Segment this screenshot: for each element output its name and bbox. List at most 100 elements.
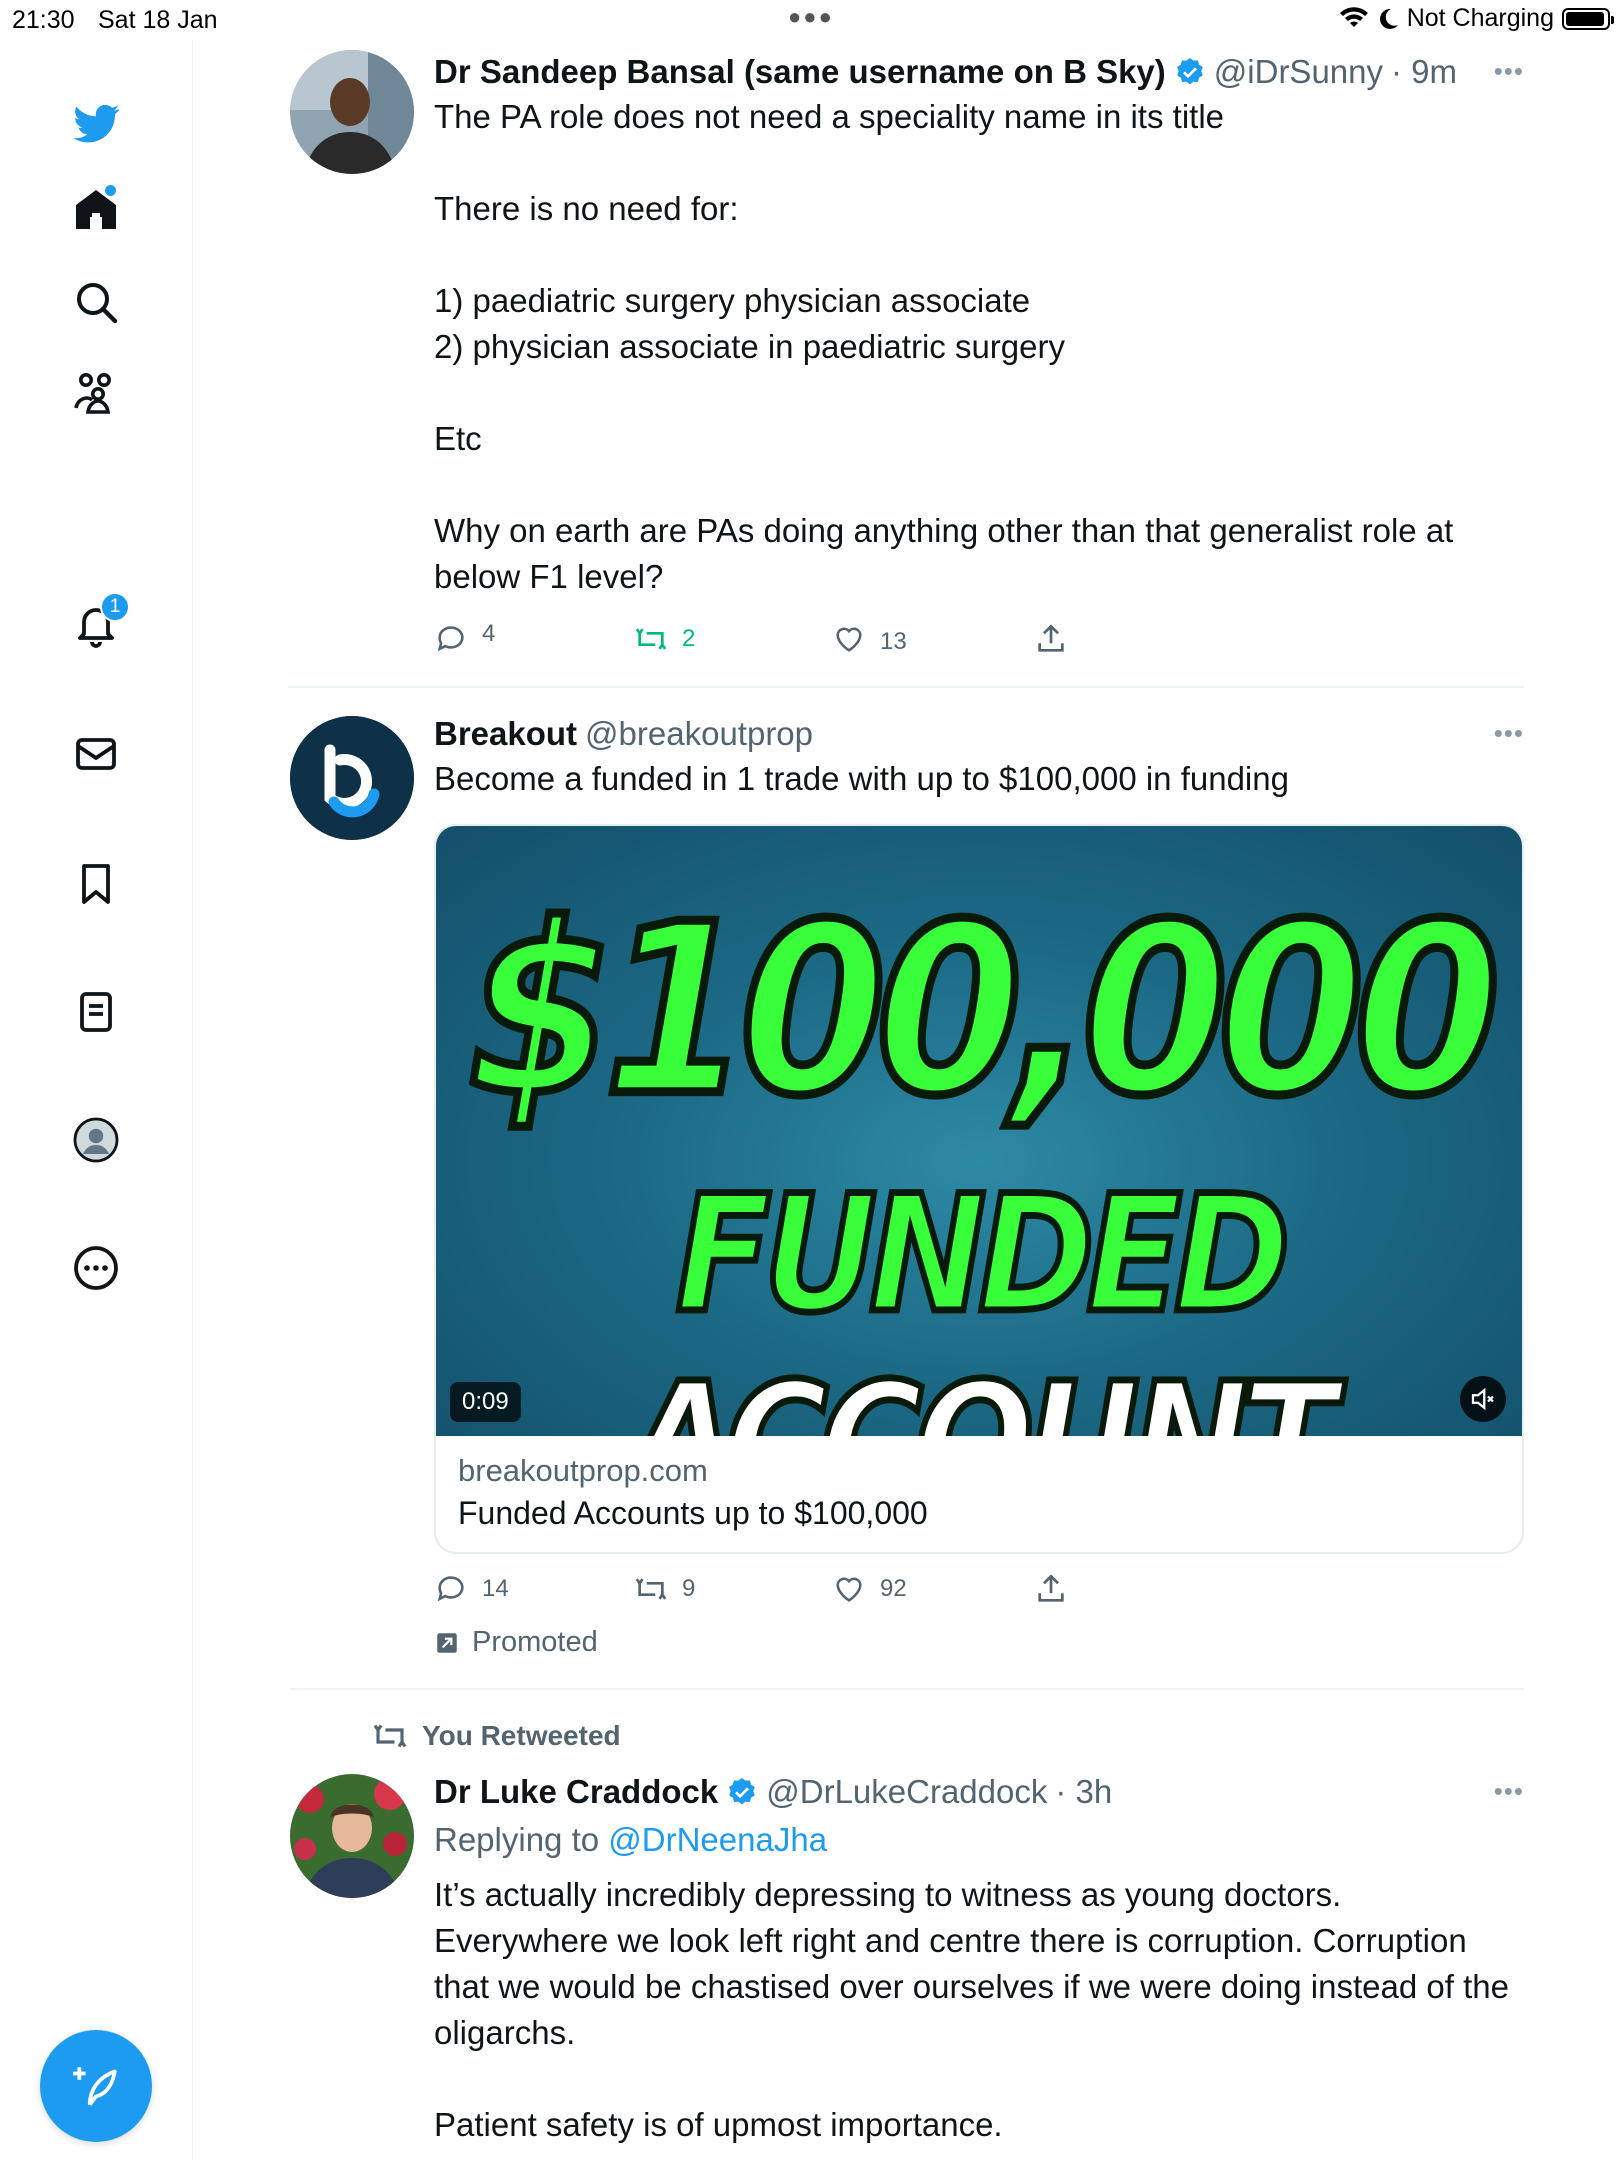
notifications-badge: 1: [100, 592, 130, 622]
card-domain: breakoutprop.com: [458, 1453, 708, 1488]
tweet-header: Breakout @breakoutprop: [434, 712, 1524, 756]
battery-fill: [1566, 11, 1604, 26]
more-options-icon[interactable]: •••: [1494, 1776, 1524, 1807]
tweet-time[interactable]: · 3h: [1055, 1773, 1112, 1811]
video-player[interactable]: $100,000 FUNDED ACCOUNT 0:09: [436, 826, 1522, 1436]
share-icon: [1038, 1574, 1064, 1602]
twitter-logo-icon[interactable]: [60, 88, 132, 160]
timeline-feed: Dr Sandeep Bansal (same username on B Sk…: [194, 40, 1524, 2160]
tweet-time[interactable]: · 9m: [1391, 53, 1457, 91]
author-handle[interactable]: @DrLukeCraddock: [766, 1773, 1047, 1811]
reply-count: 4: [482, 620, 496, 647]
more-options-icon[interactable]: •••: [1494, 56, 1524, 87]
retweet-button[interactable]: 9: [634, 1572, 695, 1606]
author-name[interactable]: Dr Sandeep Bansal (same username on B Sk…: [434, 53, 1166, 91]
video-headline: $100,000: [464, 869, 1505, 1152]
status-indicators: Not Charging: [1339, 4, 1614, 33]
battery-icon: [1562, 7, 1614, 30]
promoted-label: Promoted: [434, 1626, 598, 1659]
retweet-icon: [635, 628, 667, 650]
status-date: Sat 18 Jan: [98, 6, 218, 34]
nav-lists[interactable]: [60, 976, 132, 1048]
like-button[interactable]: 92: [832, 1572, 907, 1606]
speaker-muted-icon: [1471, 1387, 1494, 1411]
retweet-context[interactable]: You Retweeted: [372, 1718, 621, 1754]
video-subheadline-green: FUNDED: [673, 1158, 1294, 1352]
card-title: Funded Accounts up to $100,000: [458, 1495, 928, 1531]
wifi-icon: [1339, 6, 1368, 27]
bookmarks-icon: [82, 864, 110, 904]
retweet-context-icon: [373, 1724, 407, 1748]
status-time: 21:30: [12, 6, 75, 34]
share-button[interactable]: [1034, 1572, 1068, 1606]
verified-badge-icon: [1176, 58, 1203, 85]
more-options-icon[interactable]: •••: [1494, 718, 1524, 749]
share-icon: [1038, 624, 1064, 652]
tweet-actions: 14 9 92: [434, 1572, 1114, 1616]
lists-icon: [80, 992, 112, 1032]
more-icon: [74, 1246, 118, 1290]
reply-icon: [437, 1576, 464, 1602]
nav-more[interactable]: [60, 1232, 132, 1304]
nav-search[interactable]: [60, 266, 132, 338]
tweet-text: The PA role does not need a speciality n…: [434, 98, 1454, 595]
avatar[interactable]: [290, 1774, 414, 1898]
retweet-button[interactable]: 2: [634, 622, 695, 656]
sidebar-nav: 1: [0, 40, 193, 2160]
tweet[interactable]: Dr Luke Craddock @DrLukeCraddock · 3h ••…: [290, 1770, 1524, 2160]
author-handle[interactable]: @breakoutprop: [585, 715, 813, 753]
nav-home[interactable]: [60, 173, 132, 245]
verified-badge-icon: [729, 1778, 756, 1805]
tweet-actions: 4 2 13: [434, 620, 1114, 666]
share-button[interactable]: [1034, 622, 1068, 656]
author-name[interactable]: Breakout: [434, 715, 577, 753]
replying-to-handle[interactable]: @DrNeenaJha: [608, 1821, 827, 1858]
author-name[interactable]: Dr Luke Craddock: [434, 1773, 718, 1811]
retweet-icon: [635, 1578, 667, 1600]
compose-button[interactable]: [40, 2030, 152, 2142]
avatar[interactable]: [290, 50, 414, 174]
like-count: 92: [880, 1575, 907, 1602]
tweet-header: Dr Sandeep Bansal (same username on B Sk…: [434, 50, 1524, 94]
charging-status: Not Charging: [1406, 4, 1554, 32]
moon-icon: [1379, 8, 1398, 29]
tweet-text: Become a funded in 1 trade with up to $1…: [434, 760, 1289, 797]
compose-icon: [73, 2067, 117, 2106]
author-handle[interactable]: @iDrSunny: [1214, 53, 1383, 91]
multitasking-dots-icon[interactable]: ●●●: [788, 4, 834, 30]
tweet-header: Dr Luke Craddock @DrLukeCraddock · 3h: [434, 1770, 1524, 1814]
retweet-context-text: You Retweeted: [422, 1720, 621, 1751]
nav-communities[interactable]: [60, 358, 132, 430]
search-icon: [77, 283, 118, 324]
promoted-text: Promoted: [472, 1626, 598, 1658]
link-card-info[interactable]: breakoutprop.com Funded Accounts up to $…: [436, 1436, 1522, 1552]
reply-icon: [437, 626, 464, 652]
retweet-count: 2: [682, 625, 696, 652]
home-unread-dot: [105, 185, 116, 196]
tweet[interactable]: Dr Sandeep Bansal (same username on B Sk…: [290, 50, 1524, 682]
nav-profile[interactable]: [60, 1104, 132, 1176]
nav-messages[interactable]: [60, 718, 132, 790]
video-duration: 0:09: [450, 1382, 521, 1422]
media-card[interactable]: $100,000 FUNDED ACCOUNT 0:09 breakoutpro…: [434, 824, 1524, 1554]
retweet-count: 9: [682, 1575, 696, 1602]
replying-to: Replying to @DrNeenaJha: [434, 1814, 1524, 1866]
breakout-logo-icon: [290, 716, 414, 840]
reply-button[interactable]: 4: [434, 620, 496, 656]
mute-button[interactable]: [1460, 1376, 1506, 1422]
video-subheadline-white: ACCOUNT: [627, 1346, 1340, 1436]
reply-button[interactable]: 14: [434, 1572, 509, 1606]
tweet-promoted[interactable]: Breakout @breakoutprop ••• Become a fund…: [290, 712, 1524, 1682]
communities-icon: [74, 373, 111, 414]
avatar[interactable]: [290, 716, 414, 840]
nav-notifications[interactable]: 1: [60, 588, 132, 660]
like-button[interactable]: 13: [832, 622, 907, 656]
reply-count: 14: [482, 1575, 509, 1602]
profile-icon: [73, 1117, 119, 1163]
messages-icon: [76, 738, 116, 770]
heart-icon: [836, 627, 862, 652]
nav-bookmarks[interactable]: [60, 848, 132, 920]
like-count: 13: [880, 628, 907, 655]
tweet-divider: [288, 686, 1524, 688]
status-bar: 21:30 Sat 18 Jan ●●● Not Charging: [0, 0, 1620, 40]
